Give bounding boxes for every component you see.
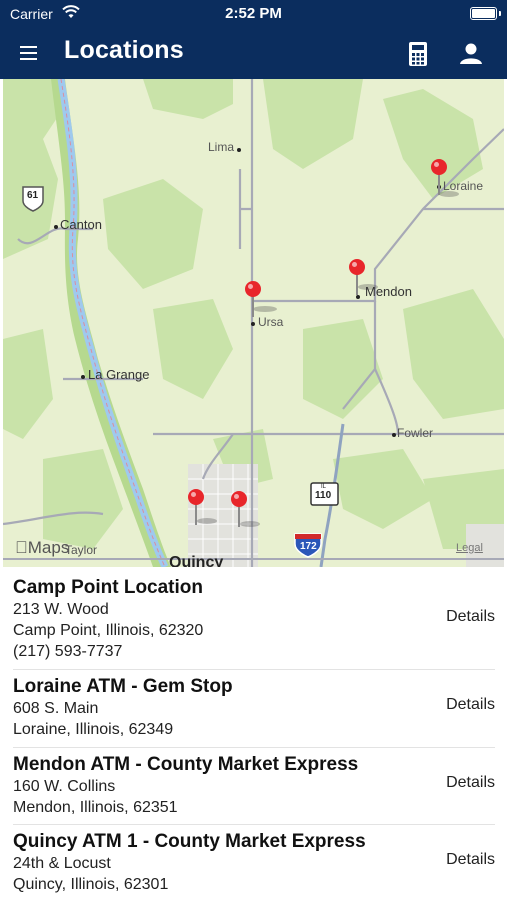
map-label-la-grange: La Grange — [88, 367, 150, 382]
route-172-shield: 172 — [300, 541, 317, 552]
details-button[interactable]: Details — [446, 851, 495, 869]
map-label-quincy: Quincy — [169, 554, 224, 567]
location-address: 213 W. Wood — [13, 601, 109, 618]
status-bar: Carrier 2:52 PM — [0, 0, 507, 28]
map-view[interactable]: Lima Canton Loraine Mendon Ursa La Grang… — [3, 79, 504, 567]
location-name: Camp Point Location — [13, 577, 203, 598]
map-label-canton: Canton — [60, 217, 102, 232]
location-city: Loraine, Illinois, 62349 — [13, 721, 174, 738]
map-pin-quincy-2[interactable] — [230, 490, 248, 528]
maps-logo-text: Maps — [15, 538, 70, 557]
location-address: 608 S. Main — [13, 700, 99, 717]
details-button[interactable]: Details — [446, 696, 495, 714]
route-110-shield: 110 — [315, 490, 332, 501]
battery-tip — [499, 11, 501, 16]
menu-icon[interactable] — [20, 42, 48, 66]
nav-bar: Locations — [0, 28, 507, 79]
location-phone[interactable]: (217) 593-7737 — [13, 641, 495, 662]
map-pin-quincy-1[interactable] — [187, 488, 205, 526]
battery-icon — [470, 7, 497, 20]
location-address: 24th & Locust — [13, 855, 111, 872]
details-button[interactable]: Details — [446, 608, 495, 626]
map-label-loraine: Loraine — [443, 179, 484, 193]
locations-list: Camp Point Location 213 W. Wood Camp Poi… — [0, 567, 507, 900]
location-address: 160 W. Collins — [13, 778, 116, 795]
location-city: Quincy, Illinois, 62301 — [13, 876, 169, 893]
location-name: Loraine ATM - Gem Stop — [13, 676, 233, 697]
location-name: Quincy ATM 1 - County Market Express — [13, 831, 366, 852]
map-label-lima: Lima — [208, 140, 235, 154]
location-item-camp-point[interactable]: Camp Point Location 213 W. Wood Camp Poi… — [13, 567, 495, 670]
map-label-mendon: Mendon — [365, 284, 412, 299]
location-name: Mendon ATM - County Market Express — [13, 754, 359, 775]
maps-logo: Maps — [15, 538, 69, 558]
user-icon[interactable] — [457, 40, 485, 68]
location-item-loraine[interactable]: Loraine ATM - Gem Stop 608 S. Main Lorai… — [13, 670, 495, 748]
location-item-mendon[interactable]: Mendon ATM - County Market Express 160 W… — [13, 748, 495, 825]
map-label-fowler: Fowler — [397, 426, 434, 440]
details-button[interactable]: Details — [446, 774, 495, 792]
route-61-shield: 61 — [27, 190, 39, 201]
clock: 2:52 PM — [225, 5, 282, 22]
location-city: Camp Point, Illinois, 62320 — [13, 622, 204, 639]
map-pin-mendon[interactable] — [348, 258, 366, 296]
calculator-icon[interactable] — [405, 40, 431, 68]
legal-link[interactable]: Legal — [456, 542, 483, 554]
page-title: Locations — [64, 36, 184, 64]
map-label-taylor: Taylor — [65, 543, 98, 557]
location-item-quincy-1[interactable]: Quincy ATM 1 - County Market Express 24t… — [13, 825, 495, 900]
map-pin-loraine[interactable] — [430, 158, 448, 196]
map-canvas — [3, 79, 504, 567]
map-pin-camp-point[interactable] — [244, 280, 262, 318]
location-city: Mendon, Illinois, 62351 — [13, 799, 178, 816]
